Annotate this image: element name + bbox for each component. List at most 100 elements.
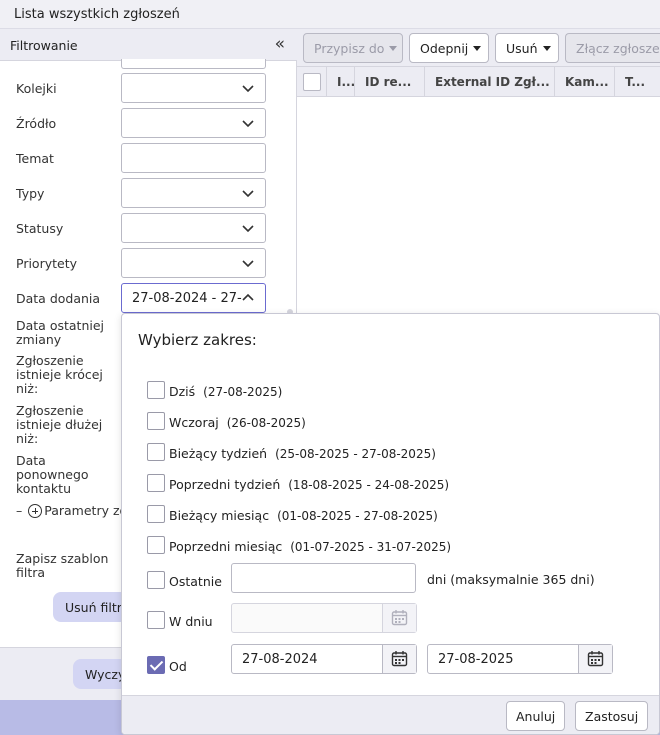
range-option-checkbox[interactable] <box>147 412 165 430</box>
delete-label: Usuń <box>506 41 538 56</box>
range-option-label: Poprzedni miesiąc <box>169 539 283 554</box>
calendar-icon <box>391 610 408 626</box>
range-option-dates: (27-08-2025) <box>203 385 283 399</box>
column-header-3[interactable]: External ID Zgł... <box>425 67 555 97</box>
date-range-title: Wybierz zakres: <box>138 331 257 349</box>
last-days-checkbox[interactable] <box>147 571 165 589</box>
chevron-down-icon <box>242 225 254 233</box>
last-days-input[interactable] <box>231 563 416 593</box>
column-header-4[interactable]: Kam... <box>555 67 615 97</box>
window-title: Lista wszystkich zgłoszeń <box>14 7 180 22</box>
assign-to-label: Przypisz do <box>314 41 385 56</box>
queues-select[interactable] <box>121 73 266 103</box>
table-toolbar: Przypisz do Odepnij Usuń Złącz zgłoszeni… <box>297 29 660 67</box>
caret-down-icon <box>473 46 482 51</box>
exists-longer-line2: istnieje dłużej <box>16 417 103 432</box>
last-days-label: Ostatnie <box>169 574 222 589</box>
to-date-input[interactable]: 27-08-2025 <box>427 644 613 674</box>
filter-field-scrolled[interactable] <box>121 59 266 69</box>
exists-longer-label: Zgłoszenie istnieje dłużej niż: <box>16 404 102 446</box>
subject-label: Temat <box>16 151 54 166</box>
range-option-label: Bieżący tydzień <box>169 446 268 461</box>
caret-down-icon <box>389 46 398 51</box>
delete-button[interactable]: Usuń <box>495 33 559 63</box>
caret-down-icon <box>542 46 551 51</box>
priorities-select[interactable] <box>121 248 266 278</box>
date-range-popup: Wybierz zakres: Dziś (27-08-2025) Wczoraj… <box>121 313 660 735</box>
filter-panel-header: Filtrowanie « <box>0 29 297 61</box>
subject-input[interactable] <box>121 143 266 173</box>
column-header-1[interactable]: I... <box>327 67 355 97</box>
range-option-dates: (18-08-2025 - 24-08-2025) <box>288 478 450 492</box>
exists-shorter-label: Zgłoszenie istnieje krócej niż: <box>16 354 103 396</box>
range-option-label: Dziś <box>169 384 196 399</box>
cancel-button[interactable]: Anuluj <box>506 701 566 731</box>
last-change-label-line1: Data ostatniej <box>16 318 105 333</box>
params-dash: – <box>16 503 23 518</box>
exists-longer-line1: Zgłoszenie <box>16 403 84 418</box>
last-change-label: Data ostatniej zmiany <box>16 319 104 347</box>
date-added-value: 27-08-2024 - 27-08-2025 <box>132 291 242 306</box>
detach-button[interactable]: Odepnij <box>409 33 489 63</box>
exists-shorter-line2: istnieje krócej <box>16 367 103 382</box>
merge-tickets-button[interactable]: Złącz zgłoszenia <box>565 33 660 63</box>
recontact-label: Data ponownego kontaktu <box>16 454 89 496</box>
priorities-label: Priorytety <box>16 256 78 271</box>
range-option-dates: (25-08-2025 - 27-08-2025) <box>275 447 436 461</box>
from-label: Od <box>169 659 187 674</box>
source-select[interactable] <box>121 108 266 138</box>
range-option-dates: (26-08-2025) <box>226 416 306 430</box>
statuses-select[interactable] <box>121 213 266 243</box>
exists-shorter-line3: niż: <box>16 381 39 396</box>
apply-button[interactable]: Zastosuj <box>575 701 649 731</box>
date-added-label: Data dodania <box>16 291 101 306</box>
range-option-checkbox[interactable] <box>147 536 165 554</box>
select-all-checkbox[interactable] <box>303 73 321 91</box>
range-option-checkbox[interactable] <box>147 443 165 461</box>
save-template-line1: Zapisz szablon <box>16 551 109 566</box>
chevron-down-icon <box>242 190 254 198</box>
range-option-dates: (01-07-2025 - 31-07-2025) <box>290 540 452 554</box>
on-day-label: W dniu <box>169 614 213 629</box>
calendar-icon <box>587 651 604 667</box>
date-added-field[interactable]: 27-08-2024 - 27-08-2025 <box>121 283 266 313</box>
chevron-down-icon <box>242 260 254 268</box>
column-header-2[interactable]: ID re... <box>355 67 425 97</box>
chevron-down-icon <box>242 120 254 128</box>
recontact-line1: Data <box>16 453 46 468</box>
from-calendar-button[interactable] <box>382 645 416 673</box>
filter-panel-title: Filtrowanie <box>10 38 78 53</box>
range-option-label: Poprzedni tydzień <box>169 477 281 492</box>
last-days-note: dni (maksymalnie 365 dni) <box>427 572 595 587</box>
chevron-up-icon <box>242 293 254 301</box>
chevron-down-icon <box>242 85 254 93</box>
header-select-all-cell <box>297 67 327 97</box>
range-option-dates: (01-08-2025 - 27-08-2025) <box>277 509 438 523</box>
source-label: Źródło <box>16 116 57 131</box>
window-titlebar: Lista wszystkich zgłoszeń <box>0 0 660 29</box>
range-option-checkbox[interactable] <box>147 381 165 399</box>
from-checkbox[interactable] <box>147 656 165 674</box>
last-change-label-line2: zmiany <box>16 332 62 347</box>
statuses-label: Statusy <box>16 221 64 236</box>
range-option-checkbox[interactable] <box>147 505 165 523</box>
calendar-icon <box>391 651 408 667</box>
from-date-input[interactable]: 27-08-2024 <box>231 644 417 674</box>
on-day-input[interactable] <box>231 603 417 633</box>
assign-to-button[interactable]: Przypisz do <box>303 33 403 63</box>
column-header-5[interactable]: T... <box>615 67 660 97</box>
on-day-checkbox[interactable] <box>147 611 165 629</box>
detach-label: Odepnij <box>420 41 469 56</box>
double-chevron-left-icon[interactable]: « <box>275 34 285 54</box>
range-option-checkbox[interactable] <box>147 474 165 492</box>
save-template-label: Zapisz szablon filtra <box>16 552 108 580</box>
types-select[interactable] <box>121 178 266 208</box>
queues-label: Kolejki <box>16 81 57 96</box>
to-calendar-button[interactable] <box>578 645 612 673</box>
to-date-value: 27-08-2025 <box>438 652 514 667</box>
save-template-line2: filtra <box>16 565 46 580</box>
exists-shorter-line1: Zgłoszenie <box>16 353 84 368</box>
on-day-calendar-button[interactable] <box>382 604 416 632</box>
table-header: I... ID re... External ID Zgł... Kam... … <box>297 67 660 97</box>
plus-circle-icon <box>28 504 43 518</box>
